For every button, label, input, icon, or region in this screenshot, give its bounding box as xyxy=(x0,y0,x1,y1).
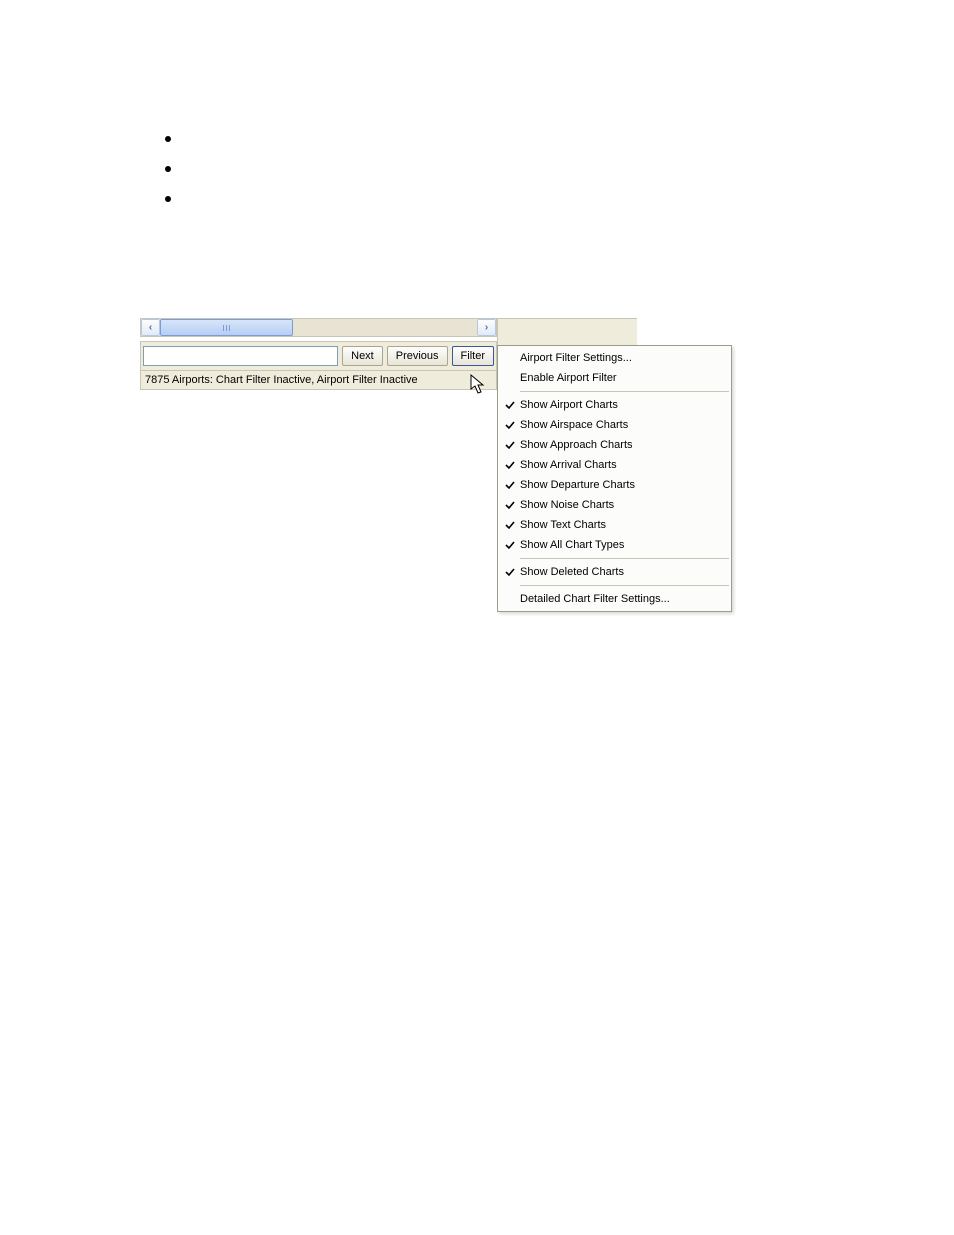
menu-item-show-arrival-charts[interactable]: Show Arrival Charts xyxy=(498,455,731,475)
menu-label: Show Deleted Charts xyxy=(518,566,725,578)
bullet-list xyxy=(165,112,171,226)
menu-item-enable-airport-filter[interactable]: Enable Airport Filter xyxy=(498,368,731,388)
menu-item-show-departure-charts[interactable]: Show Departure Charts xyxy=(498,475,731,495)
check-icon xyxy=(502,400,518,410)
panel-header-gap xyxy=(497,318,637,348)
menu-label: Enable Airport Filter xyxy=(518,372,725,384)
search-input[interactable] xyxy=(143,346,338,366)
check-icon xyxy=(502,540,518,550)
check-icon xyxy=(502,480,518,490)
next-button[interactable]: Next xyxy=(342,346,383,366)
check-icon xyxy=(502,500,518,510)
search-controls-row: Next Previous Filter xyxy=(140,341,497,371)
menu-label: Show Airport Charts xyxy=(518,399,725,411)
horizontal-scrollbar[interactable]: ‹ › xyxy=(140,318,497,337)
chevron-right-icon: › xyxy=(485,322,488,333)
bullet-icon xyxy=(165,136,171,142)
chevron-left-icon: ‹ xyxy=(149,322,152,333)
menu-item-show-noise-charts[interactable]: Show Noise Charts xyxy=(498,495,731,515)
filter-context-menu: Airport Filter Settings... Enable Airpor… xyxy=(497,345,732,612)
filter-button[interactable]: Filter xyxy=(452,346,494,366)
scroll-track[interactable] xyxy=(160,319,477,336)
menu-separator xyxy=(520,558,729,559)
status-text: 7875 Airports: Chart Filter Inactive, Ai… xyxy=(140,371,497,390)
menu-separator xyxy=(520,391,729,392)
menu-separator xyxy=(520,585,729,586)
scroll-grip-icon xyxy=(223,325,231,331)
bullet-icon xyxy=(165,196,171,202)
menu-label: Show Arrival Charts xyxy=(518,459,725,471)
check-icon xyxy=(502,567,518,577)
menu-item-detailed-chart-filter-settings[interactable]: Detailed Chart Filter Settings... xyxy=(498,589,731,609)
menu-item-show-airspace-charts[interactable]: Show Airspace Charts xyxy=(498,415,731,435)
check-icon xyxy=(502,520,518,530)
menu-label: Show Approach Charts xyxy=(518,439,725,451)
previous-button[interactable]: Previous xyxy=(387,346,448,366)
scroll-right-arrow-icon[interactable]: › xyxy=(477,319,496,336)
menu-label: Show Noise Charts xyxy=(518,499,725,511)
check-icon xyxy=(502,420,518,430)
menu-label: Show All Chart Types xyxy=(518,539,725,551)
menu-item-show-approach-charts[interactable]: Show Approach Charts xyxy=(498,435,731,455)
menu-label: Show Airspace Charts xyxy=(518,419,725,431)
menu-item-show-all-chart-types[interactable]: Show All Chart Types xyxy=(498,535,731,555)
bullet-icon xyxy=(165,166,171,172)
scroll-thumb[interactable] xyxy=(160,319,293,336)
menu-item-show-deleted-charts[interactable]: Show Deleted Charts xyxy=(498,562,731,582)
check-icon xyxy=(502,440,518,450)
menu-item-show-airport-charts[interactable]: Show Airport Charts xyxy=(498,395,731,415)
menu-label: Show Text Charts xyxy=(518,519,725,531)
menu-label: Detailed Chart Filter Settings... xyxy=(518,593,725,605)
check-icon xyxy=(502,460,518,470)
scroll-left-arrow-icon[interactable]: ‹ xyxy=(141,319,160,336)
menu-label: Airport Filter Settings... xyxy=(518,352,725,364)
airport-list-panel: ‹ › Next Previous Filter 7875 Airports: … xyxy=(140,318,497,390)
menu-item-airport-filter-settings[interactable]: Airport Filter Settings... xyxy=(498,348,731,368)
menu-label: Show Departure Charts xyxy=(518,479,725,491)
menu-item-show-text-charts[interactable]: Show Text Charts xyxy=(498,515,731,535)
